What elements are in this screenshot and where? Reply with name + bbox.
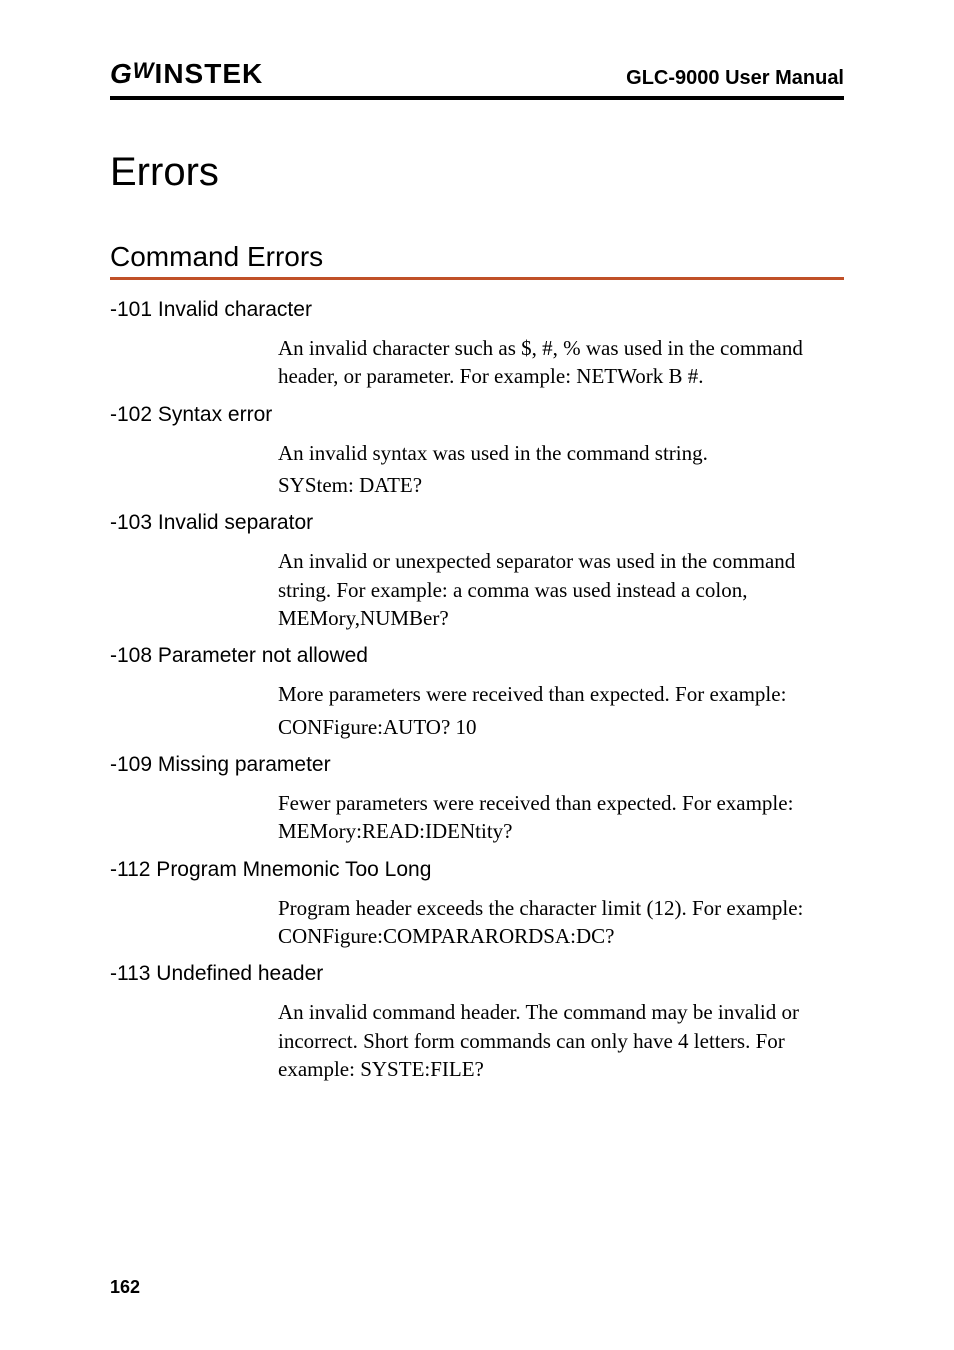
error-heading: -112 Program Mnemonic Too Long xyxy=(110,858,844,882)
error-body-paragraph: SYStem: DATE? xyxy=(278,471,844,499)
errors-list: -101 Invalid character An invalid charact… xyxy=(110,298,844,1084)
error-body: Fewer parameters were received than expe… xyxy=(278,789,844,846)
page-header: GW INSTEK GLC-9000 User Manual xyxy=(110,58,844,96)
error-block: -101 Invalid character An invalid charact… xyxy=(110,298,844,391)
error-heading: -108 Parameter not allowed xyxy=(110,644,844,668)
error-body-paragraph: Program header exceeds the character lim… xyxy=(278,894,844,951)
error-body: An invalid or unexpected separator was u… xyxy=(278,547,844,632)
error-block: -112 Program Mnemonic Too Long Program he… xyxy=(110,858,844,951)
manual-title: GLC-9000 User Manual xyxy=(626,67,844,90)
page-title: Errors xyxy=(110,150,844,195)
error-body: Program header exceeds the character lim… xyxy=(278,894,844,951)
error-heading: -103 Invalid separator xyxy=(110,511,844,535)
error-block: -108 Parameter not allowed More parameter… xyxy=(110,644,844,741)
error-block: -109 Missing parameter Fewer parameters w… xyxy=(110,753,844,846)
error-body-paragraph: An invalid command header. The command m… xyxy=(278,998,844,1083)
error-body-paragraph: Fewer parameters were received than expe… xyxy=(278,789,844,846)
error-body-paragraph: An invalid character such as $, #, % was… xyxy=(278,334,844,391)
error-heading: -113 Undefined header xyxy=(110,962,844,986)
logo-instek: INSTEK xyxy=(155,58,264,90)
section-divider xyxy=(110,277,844,280)
error-body-paragraph: More parameters were received than expec… xyxy=(278,680,844,708)
error-body-paragraph: An invalid syntax was used in the comman… xyxy=(278,439,844,467)
error-heading: -102 Syntax error xyxy=(110,403,844,427)
error-heading: -109 Missing parameter xyxy=(110,753,844,777)
section-title: Command Errors xyxy=(110,241,844,273)
error-body: More parameters were received than expec… xyxy=(278,680,844,741)
error-body: An invalid syntax was used in the comman… xyxy=(278,439,844,500)
logo-gw: GW xyxy=(110,58,155,90)
error-body-paragraph: An invalid or unexpected separator was u… xyxy=(278,547,844,632)
page-number: 162 xyxy=(110,1277,140,1298)
brand-logo: GW INSTEK xyxy=(110,58,263,90)
error-block: -102 Syntax error An invalid syntax was u… xyxy=(110,403,844,500)
error-body: An invalid character such as $, #, % was… xyxy=(278,334,844,391)
error-block: -113 Undefined header An invalid command … xyxy=(110,962,844,1083)
error-body: An invalid command header. The command m… xyxy=(278,998,844,1083)
header-divider xyxy=(110,96,844,100)
error-heading: -101 Invalid character xyxy=(110,298,844,322)
error-block: -103 Invalid separator An invalid or unex… xyxy=(110,511,844,632)
error-body-paragraph: CONFigure:AUTO? 10 xyxy=(278,713,844,741)
